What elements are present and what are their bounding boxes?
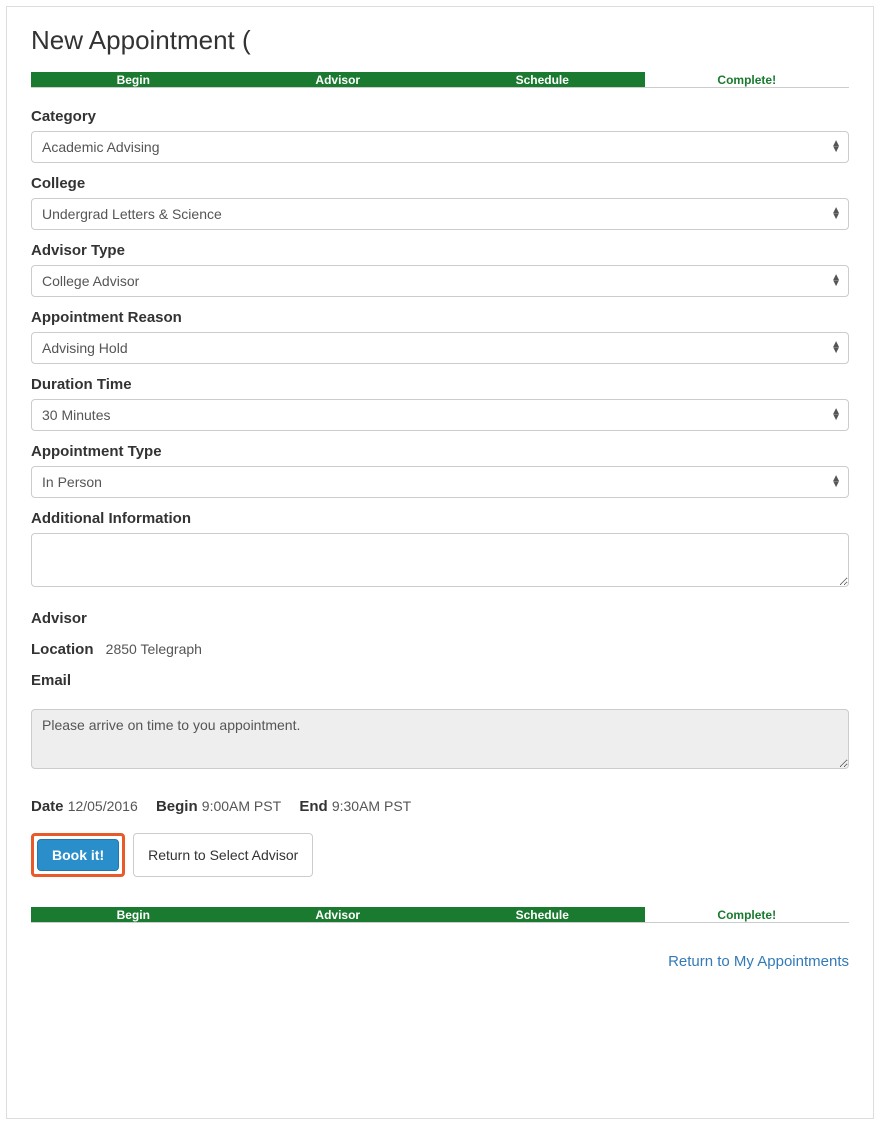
progress-step-advisor-bottom: Advisor xyxy=(236,907,441,922)
row-location: Location 2850 Telegraph xyxy=(31,641,849,658)
field-appt-type: Appointment Type In Person ▲▼ xyxy=(31,443,849,498)
page-title: New Appointment ( xyxy=(31,25,849,56)
select-duration[interactable]: 30 Minutes xyxy=(31,399,849,431)
progress-step-schedule-bottom: Schedule xyxy=(440,907,645,922)
select-category[interactable]: Academic Advising xyxy=(31,131,849,163)
progress-step-complete-bottom: Complete! xyxy=(645,907,850,922)
progress-step-schedule: Schedule xyxy=(440,72,645,87)
label-appt-type: Appointment Type xyxy=(31,443,849,460)
field-college: College Undergrad Letters & Science ▲▼ xyxy=(31,175,849,230)
advisor-info-block: Advisor Location 2850 Telegraph Email xyxy=(31,610,849,689)
field-additional: Additional Information xyxy=(31,510,849,592)
progress-step-advisor: Advisor xyxy=(236,72,441,87)
return-appointments-link[interactable]: Return to My Appointments xyxy=(668,953,849,970)
value-date: 12/05/2016 xyxy=(68,798,138,814)
label-location: Location xyxy=(31,641,94,658)
label-category: Category xyxy=(31,108,849,125)
label-email: Email xyxy=(31,672,71,689)
progress-bar-top: Begin Advisor Schedule Complete! xyxy=(31,72,849,88)
label-end: End xyxy=(299,798,327,815)
label-college: College xyxy=(31,175,849,192)
field-advisor-type: Advisor Type College Advisor ▲▼ xyxy=(31,242,849,297)
value-begin: 9:00AM PST xyxy=(202,798,281,814)
label-advisor-type: Advisor Type xyxy=(31,242,849,259)
label-begin: Begin xyxy=(156,798,198,815)
note-block: Please arrive on time to you appointment… xyxy=(31,709,849,774)
field-duration: Duration Time 30 Minutes ▲▼ xyxy=(31,376,849,431)
label-advisor: Advisor xyxy=(31,610,87,627)
field-reason: Appointment Reason Advising Hold ▲▼ xyxy=(31,309,849,364)
progress-bar-bottom: Begin Advisor Schedule Complete! xyxy=(31,907,849,923)
return-advisor-button[interactable]: Return to Select Advisor xyxy=(133,833,313,877)
label-date: Date xyxy=(31,798,64,815)
textarea-note: Please arrive on time to you appointment… xyxy=(31,709,849,769)
select-appt-type[interactable]: In Person xyxy=(31,466,849,498)
select-reason[interactable]: Advising Hold xyxy=(31,332,849,364)
label-additional: Additional Information xyxy=(31,510,849,527)
field-category: Category Academic Advising ▲▼ xyxy=(31,108,849,163)
page-container: New Appointment ( Begin Advisor Schedule… xyxy=(6,6,874,1119)
progress-step-complete: Complete! xyxy=(645,72,850,87)
progress-step-begin: Begin xyxy=(31,72,236,87)
label-duration: Duration Time xyxy=(31,376,849,393)
value-location: 2850 Telegraph xyxy=(106,641,202,657)
select-advisor-type[interactable]: College Advisor xyxy=(31,265,849,297)
row-advisor: Advisor xyxy=(31,610,849,627)
book-it-button[interactable]: Book it! xyxy=(37,839,119,871)
value-end: 9:30AM PST xyxy=(332,798,411,814)
label-reason: Appointment Reason xyxy=(31,309,849,326)
action-row: Book it! Return to Select Advisor xyxy=(31,833,849,877)
datetime-row: Date 12/05/2016 Begin 9:00AM PST End 9:3… xyxy=(31,798,849,815)
select-college[interactable]: Undergrad Letters & Science xyxy=(31,198,849,230)
return-link-wrap: Return to My Appointments xyxy=(31,953,849,971)
row-email: Email xyxy=(31,672,849,689)
progress-step-begin-bottom: Begin xyxy=(31,907,236,922)
textarea-additional[interactable] xyxy=(31,533,849,587)
highlight-book-it: Book it! xyxy=(31,833,125,877)
